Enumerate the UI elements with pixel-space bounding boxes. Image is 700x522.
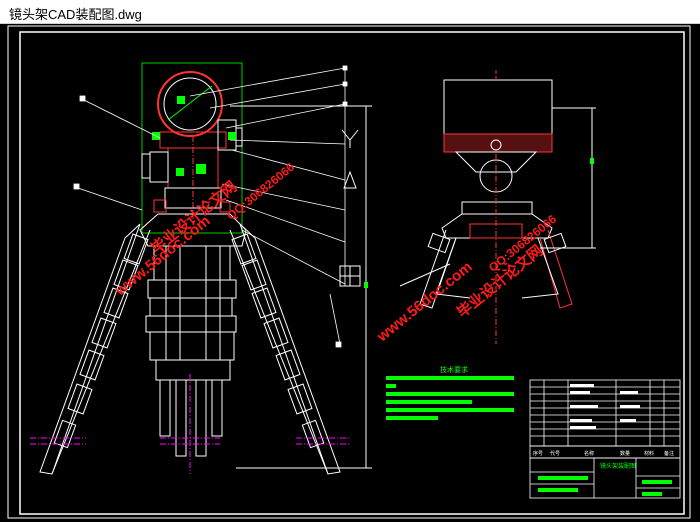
title-block-header-3: 名称 bbox=[584, 450, 594, 457]
title-block-header: 序号 代号 名称 数量 材料 备注 bbox=[533, 450, 674, 457]
inner-border bbox=[19, 31, 685, 515]
title-block-header-5: 材料 bbox=[644, 450, 654, 457]
window-titlebar: 镜头架CAD装配图.dwg bbox=[0, 0, 700, 24]
cad-drawing: 技术要求 镜头架装配图 序号 代号 名称 数量 材料 备注 bbox=[7, 25, 691, 519]
tech-requirements bbox=[386, 376, 514, 420]
title-block bbox=[529, 379, 681, 499]
section-symbols bbox=[339, 129, 361, 287]
front-view bbox=[30, 62, 372, 475]
cad-drawing-canvas[interactable]: 技术要求 镜头架装配图 序号 代号 名称 数量 材料 备注 www.56doc.… bbox=[0, 24, 700, 522]
window-title: 镜头架CAD装配图.dwg bbox=[9, 7, 142, 22]
title-block-header-6: 备注 bbox=[664, 450, 674, 457]
title-block-header-4: 数量 bbox=[620, 450, 630, 457]
title-block-header-2: 代号 bbox=[550, 450, 560, 457]
title-block-header-1: 序号 bbox=[533, 450, 543, 457]
title-block-part-name: 镜头架装配图 bbox=[600, 462, 636, 470]
tech-requirements-title: 技术要求 bbox=[440, 365, 468, 374]
